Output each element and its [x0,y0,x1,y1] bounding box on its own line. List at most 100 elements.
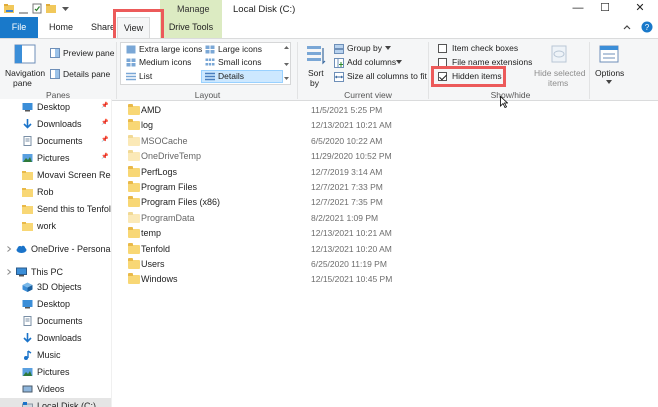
collapse-ribbon-icon[interactable] [622,22,632,32]
chevron-right-icon[interactable] [6,269,12,275]
ribbon-separator [428,42,429,99]
hidden-items-highlight [431,66,506,87]
item-check-boxes-checkbox[interactable] [438,44,447,53]
navigation-pane-icon[interactable] [14,44,36,64]
group-by-button[interactable]: Group by [347,43,382,53]
large-icons-option[interactable]: Large icons [218,44,262,54]
tab-file[interactable]: File [0,17,38,38]
extra-large-icons-option[interactable]: Extra large icons [139,44,202,54]
arrow-down-icon[interactable] [18,3,29,14]
medium-icons-option[interactable]: Medium icons [139,57,191,67]
layout-scroll-icon[interactable] [283,43,290,83]
3d-objects-icon [22,282,33,292]
nav-item[interactable]: Desktop [0,296,111,313]
item-check-boxes-label[interactable]: Item check boxes [452,43,518,53]
folder-icon [128,134,140,146]
table-row[interactable]: OneDriveTemp 11/29/2020 10:52 PM [120,149,520,164]
tab-drive-tools[interactable]: Drive Tools [160,17,222,38]
nav-item[interactable]: OneDrive - Personal [0,241,111,258]
preview-pane-icon[interactable] [50,48,60,58]
folder-icon [128,258,140,269]
quick-access-folder-icon[interactable] [4,3,15,14]
nav-item[interactable]: Send this to Tenfold [0,201,111,218]
navigation-pane-label-2[interactable]: pane [13,78,32,88]
details-icon [205,72,215,81]
help-icon[interactable]: ? [641,21,653,33]
local-disk-icon [22,402,33,407]
table-row[interactable]: Windows 12/15/2021 10:45 PM [120,272,520,287]
size-all-columns-button[interactable]: Size all columns to fit [347,71,427,81]
details-pane-button[interactable]: Details pane [63,69,110,79]
file-name: ProgramData [141,212,195,223]
table-row[interactable]: Users 6/25/2020 11:19 PM [120,257,520,272]
add-columns-button[interactable]: Add columns [347,57,396,67]
hide-selected-label[interactable]: Hide selected [534,68,586,78]
music-icon [24,350,32,360]
nav-item[interactable]: Rob [0,184,111,201]
nav-item-label: Send this to Tenfold [37,204,111,214]
options-icon[interactable] [598,44,620,64]
desktop-icon [22,103,33,112]
customize-toolbar-icon[interactable] [60,3,71,14]
nav-item[interactable]: Videos [0,381,111,398]
table-row[interactable]: Tenfold 12/13/2021 10:20 AM [120,242,520,257]
file-name: Tenfold [141,243,171,254]
sort-by-label-2[interactable]: by [310,78,319,88]
table-row[interactable]: MSOCache 6/5/2020 10:22 AM [120,134,520,149]
properties-icon[interactable] [32,3,43,14]
table-row[interactable]: temp 12/13/2021 10:21 AM [120,226,520,241]
file-name: Program Files (x86) [141,197,221,208]
manage-tab[interactable]: Manage [160,0,222,18]
folder-icon [128,242,140,254]
file-name: log [141,120,154,131]
hide-selected-items-icon[interactable] [548,43,570,65]
table-row[interactable]: Program Files (x86) 12/7/2021 7:35 PM [120,195,520,210]
documents-icon [23,316,32,326]
nav-item[interactable]: Pictures 📌 [0,150,111,167]
hide-selected-label-2[interactable]: items [548,78,568,88]
chevron-right-icon[interactable] [6,246,12,252]
table-row[interactable]: log 12/13/2021 10:21 AM [120,118,520,133]
nav-item-label: work [37,221,57,231]
table-row[interactable]: Program Files 12/7/2021 7:33 PM [120,180,520,195]
maximize-button[interactable]: ☐ [591,0,619,17]
close-button[interactable]: ✕ [626,0,654,17]
details-pane-icon[interactable] [50,69,60,79]
sort-by-label[interactable]: Sort [308,68,324,78]
nav-item[interactable]: Desktop 📌 [0,99,111,116]
nav-item-label: 3D Objects [37,282,82,292]
sort-by-icon[interactable] [304,43,328,67]
nav-item[interactable]: Music [0,347,111,364]
date-modified: 11/29/2020 10:52 PM [311,151,392,162]
ribbon-separator [589,42,590,99]
small-icons-option[interactable]: Small icons [218,57,261,67]
nav-item-label: Local Disk (C:) [37,401,97,407]
nav-item[interactable]: Downloads 📌 [0,116,111,133]
navigation-pane-label[interactable]: Navigation [5,68,45,78]
file-name: MSOCache [141,135,188,146]
nav-item[interactable]: Pictures [0,364,111,381]
options-button[interactable]: Options [595,68,624,78]
nav-item[interactable]: Documents 📌 [0,133,111,150]
tab-share[interactable]: Share [91,17,115,38]
minimize-button[interactable]: — [564,0,592,17]
show-hide-group-label: Show/hide [490,90,531,100]
pin-icon: 📌 [101,154,109,160]
preview-pane-button[interactable]: Preview pane [63,48,115,58]
nav-item[interactable]: Movavi Screen Reco [0,167,111,184]
nav-item[interactable]: Downloads [0,330,111,347]
table-row[interactable]: ProgramData 8/2/2021 1:09 PM [120,211,520,226]
nav-item[interactable]: Documents [0,313,111,330]
new-folder-icon[interactable] [46,3,57,14]
tab-home[interactable]: Home [49,17,73,38]
table-row[interactable]: PerfLogs 12/7/2019 3:14 AM [120,165,520,180]
list-option[interactable]: List [139,71,152,81]
chevron-down-icon [396,60,402,64]
file-name: PerfLogs [141,166,178,177]
nav-item[interactable]: 3D Objects [0,279,111,296]
nav-item-label: Pictures [37,367,70,377]
nav-item[interactable]: Local Disk (C:) [0,398,111,407]
details-option[interactable]: Details [218,71,244,81]
table-row[interactable]: AMD 11/5/2021 5:25 PM [120,103,520,118]
nav-item[interactable]: work [0,218,111,235]
